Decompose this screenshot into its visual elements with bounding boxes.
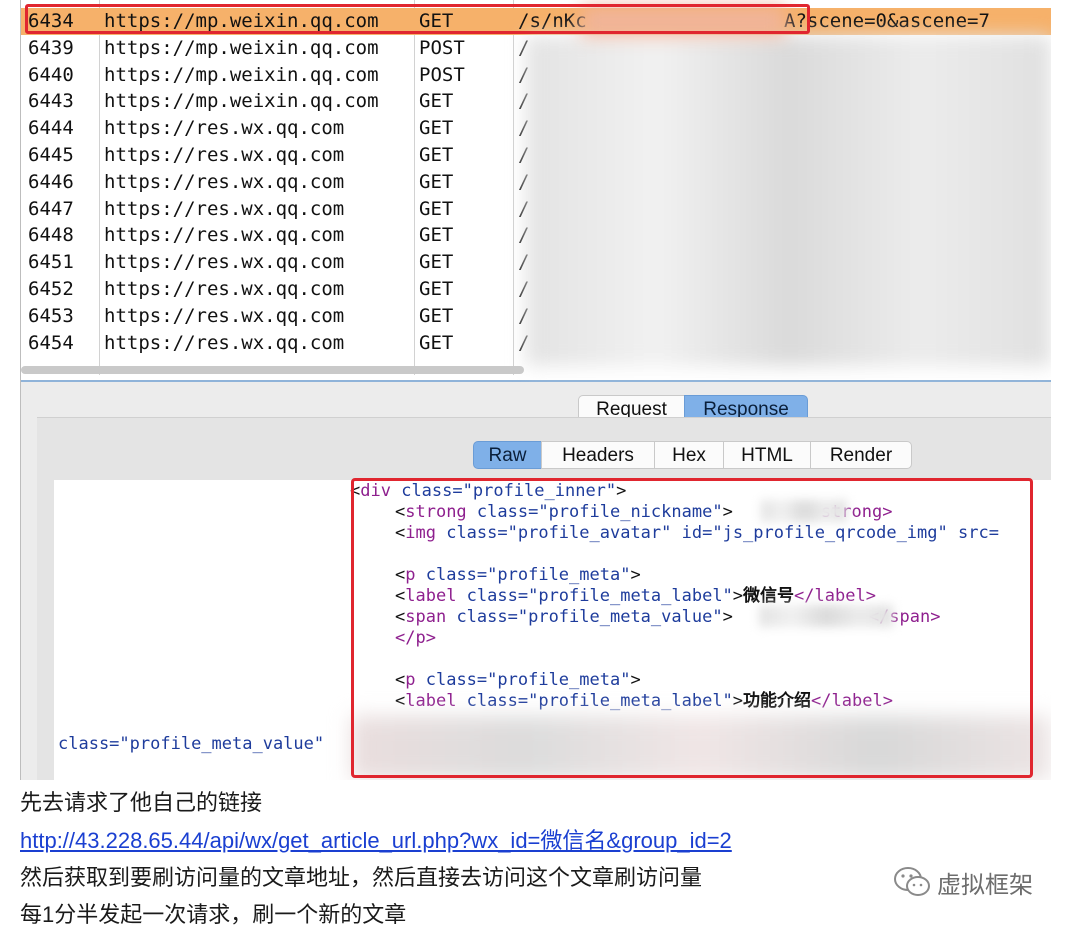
redacted-area	[526, 36, 1051, 366]
horizontal-scrollbar[interactable]	[21, 366, 524, 374]
request-host: https://res.wx.qq.com	[104, 251, 345, 274]
request-host: https://res.wx.qq.com	[104, 197, 345, 220]
caption-line: 每1分半发起一次请求，刷一个新的文章	[20, 902, 407, 927]
highlight-box-selected-request	[25, 4, 810, 34]
tab-hex[interactable]: Hex	[654, 441, 724, 469]
request-host: https://res.wx.qq.com	[104, 170, 345, 193]
request-host: https://res.wx.qq.com	[104, 331, 345, 354]
tab-headers[interactable]: Headers	[541, 441, 655, 469]
request-host: https://res.wx.qq.com	[104, 117, 345, 140]
request-method: GET	[419, 304, 454, 327]
request-id: 6451	[28, 251, 74, 274]
request-host: https://res.wx.qq.com	[104, 278, 345, 300]
request-id: 6439	[28, 36, 74, 59]
highlight-box-response-code	[351, 478, 1033, 778]
request-method: GET	[419, 278, 454, 300]
code-token: "profile_meta_value"	[119, 734, 325, 754]
request-id: 6447	[28, 197, 74, 220]
tab-html[interactable]: HTML	[723, 441, 811, 469]
request-method: GET	[419, 224, 454, 247]
api-link[interactable]: http://43.228.65.44/api/wx/get_article_u…	[20, 823, 732, 855]
request-id: 6443	[28, 90, 74, 113]
proxy-tool-window: 6434 https://mp.weixin.qq.com GET/s/nKc A?s…	[20, 0, 1051, 780]
tab-raw[interactable]: Raw	[473, 441, 542, 469]
request-id: 6446	[28, 170, 74, 193]
request-id: 6453	[28, 304, 74, 327]
request-host: https://res.wx.qq.com	[104, 304, 345, 327]
tab-render[interactable]: Render	[810, 441, 912, 469]
code-line: class="profile_meta_value"	[58, 734, 324, 755]
request-method: GET	[419, 197, 454, 220]
request-host: https://mp.weixin.qq.com	[104, 63, 379, 86]
request-path-tail: A?scene=0&ascene=7	[784, 10, 990, 32]
code-token: class=	[58, 734, 120, 754]
request-host: https://res.wx.qq.com	[104, 224, 345, 247]
request-method: GET	[419, 331, 454, 354]
request-method: GET	[419, 90, 454, 113]
request-method: GET	[419, 117, 454, 140]
request-id: 6454	[28, 331, 74, 354]
request-method: POST	[419, 63, 465, 86]
request-host: https://res.wx.qq.com	[104, 144, 345, 166]
caption-line: 然后获取到要刷访问量的文章地址，然后直接去访问这个文章刷访问量	[20, 865, 703, 890]
request-id: 6445	[28, 144, 74, 166]
request-id: 6448	[28, 224, 74, 247]
request-host: https://mp.weixin.qq.com	[104, 36, 379, 59]
request-method: GET	[419, 251, 454, 274]
watermark-text: 虚拟框架	[937, 871, 1033, 899]
request-id: 6440	[28, 63, 74, 86]
request-host: https://mp.weixin.qq.com	[104, 90, 379, 113]
request-method: GET	[419, 170, 454, 193]
caption-line: 先去请求了他自己的链接	[20, 790, 263, 815]
wechat-icon	[894, 867, 930, 896]
request-id: 6444	[28, 117, 74, 140]
request-list: 6434 https://mp.weixin.qq.com GET/s/nKc A?s…	[21, 0, 1051, 382]
watermark: 虚拟框架	[893, 864, 1033, 900]
request-id: 6452	[28, 278, 74, 300]
request-method: GET	[419, 144, 454, 166]
request-method: POST	[419, 36, 465, 59]
